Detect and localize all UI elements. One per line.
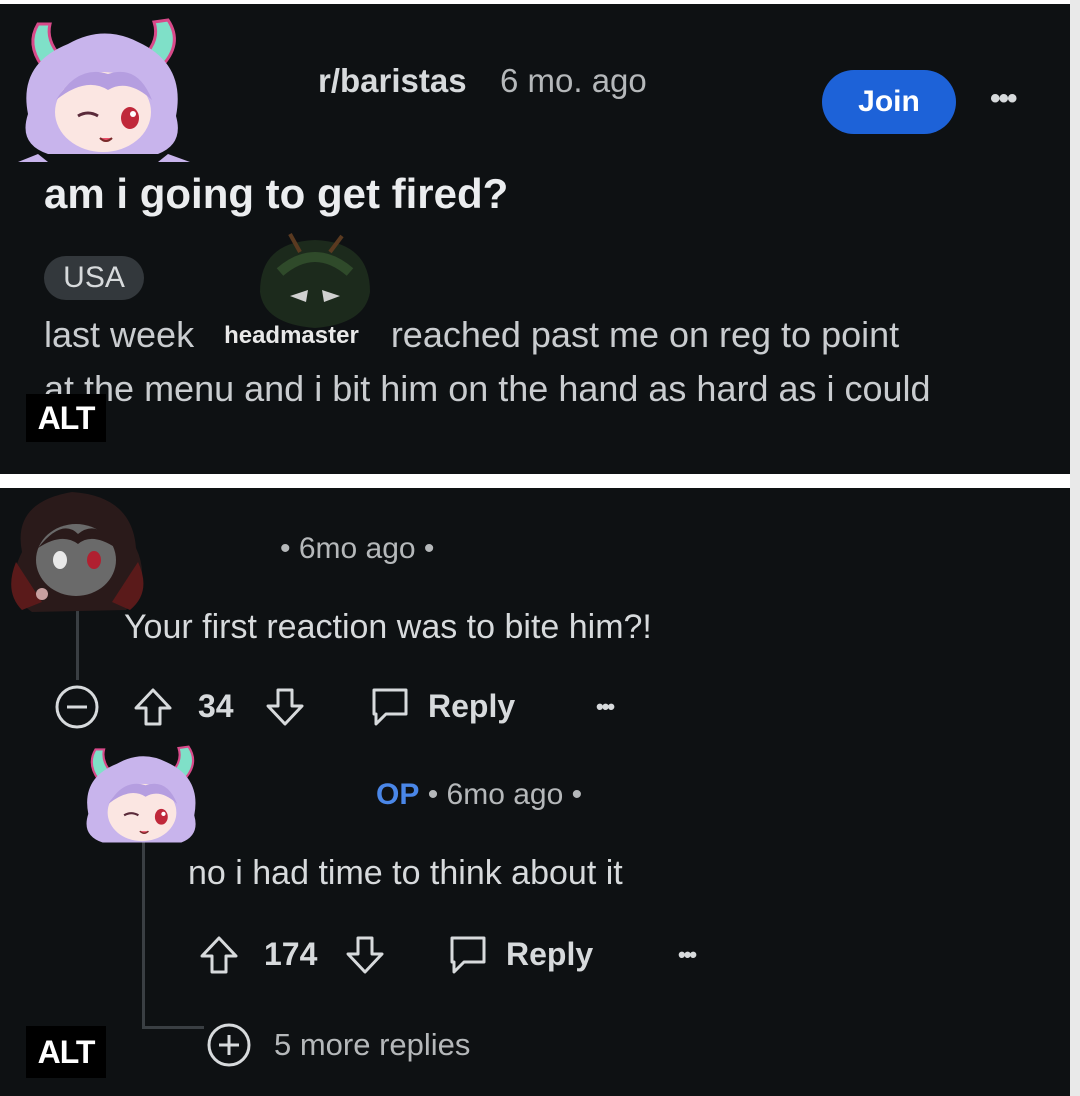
alt-badge-bottom[interactable]: ALT [26, 1026, 106, 1078]
more-replies-button[interactable]: 5 more replies [206, 1022, 470, 1068]
alt-badge-top[interactable]: ALT [26, 394, 106, 442]
post-title[interactable]: am i going to get fired? [44, 170, 508, 218]
commenter-avatar [11, 492, 144, 612]
downvote-icon[interactable] [344, 934, 386, 976]
more-replies-label: 5 more replies [274, 1027, 471, 1062]
post-flair[interactable]: USA [44, 256, 144, 300]
reply-icon [446, 932, 490, 976]
more-options-icon[interactable]: ••• [990, 82, 1017, 116]
comment2-text: no i had time to think about it [188, 854, 623, 892]
upvote-icon[interactable] [132, 686, 174, 728]
join-button[interactable]: Join [822, 70, 956, 134]
plus-circle-icon [206, 1022, 252, 1068]
right-border [1070, 0, 1080, 1096]
post-body-line1: last week headmaster reached past me on re… [44, 314, 899, 356]
comment1-reply-label: Reply [428, 687, 516, 724]
nested-thread-elbow [142, 1026, 204, 1029]
subreddit-name[interactable]: r/baristas [318, 62, 467, 100]
comment1-reply-button[interactable]: Reply [368, 684, 515, 728]
post-body-name: headmaster [224, 322, 359, 349]
comment2-meta: • 6mo ago • [427, 778, 583, 811]
comment1-meta: • 6mo ago • [280, 532, 435, 565]
avatar-sticker [18, 18, 190, 162]
post-body-end: reached past me on reg to point [390, 314, 900, 355]
post-age: 6 mo. ago [500, 62, 647, 99]
post-body-line2: at the menu and i bit him on the hand as… [44, 368, 931, 409]
comment2-score: 174 [264, 936, 318, 972]
collapse-icon[interactable] [54, 684, 100, 730]
comments-panel: • 6mo ago • Your first reaction was to b… [0, 488, 1070, 1096]
op-avatar [86, 745, 196, 843]
comment1-text: Your first reaction was to bite him?! [124, 608, 652, 646]
reply-icon [368, 684, 412, 728]
comment1-more-icon[interactable]: ••• [596, 694, 615, 720]
comment1-score: 34 [198, 688, 234, 724]
upvote-icon[interactable] [198, 934, 240, 976]
op-badge: OP [376, 778, 420, 811]
comment2-reply-button[interactable]: Reply [446, 932, 593, 976]
post-panel: r/baristas 6 mo. ago Join ••• am i going… [0, 4, 1070, 474]
downvote-icon[interactable] [264, 686, 306, 728]
post-body-start: last week [44, 314, 195, 355]
comment2-reply-label: Reply [506, 935, 594, 972]
comment2-more-icon[interactable]: ••• [678, 942, 697, 968]
comment2-meta-row: OP • 6mo ago • [376, 778, 582, 812]
